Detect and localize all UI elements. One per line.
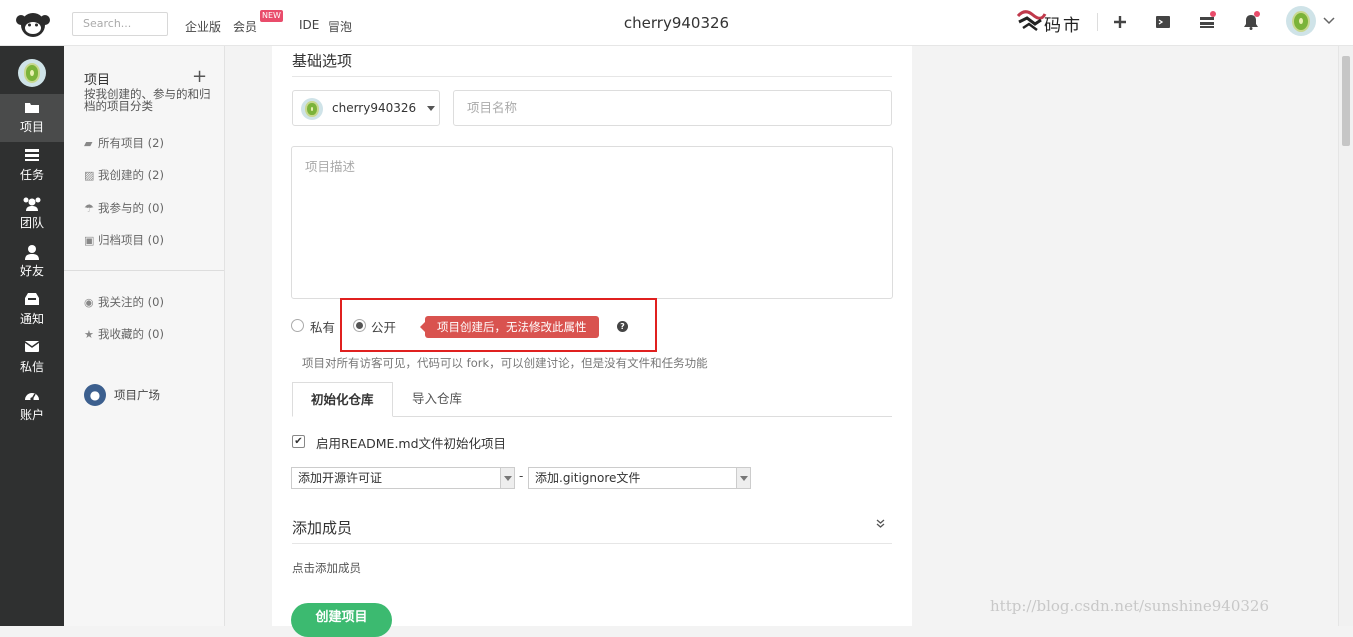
plus-icon[interactable]: + — [192, 66, 207, 87]
sidebar-item-square[interactable]: 项目广场 — [114, 387, 160, 403]
sidebar-description: 按我创建的、参与的和归档的项目分类 — [84, 87, 211, 113]
create-project-form: 基础选项 cherry940326 项目名称 项目描述 私有 公开 项目创建后，… — [272, 46, 912, 637]
notification-dot — [1254, 11, 1260, 17]
add-member-link[interactable]: 点击添加成员 — [292, 560, 361, 576]
private-label[interactable]: 私有 — [310, 317, 335, 336]
scrollbar[interactable] — [1338, 46, 1353, 626]
sidebar-item-label: 我关注的 (0) — [98, 295, 164, 309]
umbrella-icon: ☂ — [84, 202, 94, 215]
sidebar-item-label: 我创建的 (2) — [98, 168, 164, 182]
star-icon: ★ — [84, 328, 94, 341]
nav-item-project[interactable]: 项目 — [0, 94, 64, 142]
top-bar: Search... 企业版 会员 NEW IDE 冒泡 cherry940326… — [0, 0, 1353, 46]
sidebar-heading: 项目 — [84, 73, 111, 88]
sidebar-item-joined[interactable]: ☂ 我参与的 (0) — [84, 200, 164, 216]
section-title: 基础选项 — [292, 52, 353, 70]
plus-icon[interactable] — [1110, 12, 1130, 32]
divider — [1097, 13, 1098, 31]
nav-item-label: 任务 — [19, 168, 44, 182]
eye-icon: ◉ — [84, 296, 94, 309]
folder-icon: ▰ — [84, 137, 93, 150]
sidebar-item-starred[interactable]: ★ 我收藏的 (0) — [84, 326, 164, 342]
main-nav: 项目 任务 团队 好友 通知 私信 账户 — [0, 46, 64, 626]
sidebar-item-watching[interactable]: ◉ 我关注的 (0) — [84, 294, 164, 310]
caret-down-icon — [736, 468, 750, 488]
archive-icon: ▣ — [84, 234, 95, 247]
project-name-input[interactable]: 项目名称 — [453, 90, 892, 126]
double-chevron-down-icon[interactable] — [876, 518, 885, 531]
edit-icon: ▨ — [84, 169, 95, 182]
sidebar-item-archived[interactable]: ▣ 归档项目 (0) — [84, 232, 164, 248]
nav-item-friends[interactable]: 好友 — [0, 238, 64, 286]
notification-icon — [23, 292, 41, 308]
gitignore-select[interactable]: 添加.gitignore文件 — [528, 467, 751, 489]
terminal-icon[interactable] — [1153, 12, 1173, 32]
sidebar-avatar[interactable] — [18, 59, 46, 87]
tab-init-repo[interactable]: 初始化仓库 — [292, 382, 393, 417]
divider — [292, 76, 892, 77]
friend-icon — [23, 244, 41, 260]
sidebar-item-label: 归档项目 (0) — [98, 233, 164, 247]
sidebar-item-created[interactable]: ▨ 我创建的 (2) — [84, 167, 164, 183]
create-project-button[interactable]: 创建项目 — [291, 603, 392, 637]
project-sidebar: 项目 + 按我创建的、参与的和归档的项目分类 ▰ 所有项目 (2) ▨ 我创建的 (… — [64, 46, 225, 626]
tasks-unread-dot — [1210, 11, 1216, 17]
visibility-hint: 项目对所有访客可见，代码可以 fork，可以创建讨论，但是没有文件和任务功能 — [302, 356, 708, 370]
nav-item-notification[interactable]: 通知 — [0, 286, 64, 334]
nav-item-account[interactable]: 账户 — [0, 382, 64, 430]
nav-item-messages[interactable]: 私信 — [0, 334, 64, 382]
owner-name: cherry940326 — [332, 101, 417, 115]
nav-item-label: 团队 — [19, 216, 44, 230]
readme-label[interactable]: 启用README.md文件初始化项目 — [316, 433, 506, 452]
account-icon — [23, 388, 41, 404]
highlight-box — [340, 298, 657, 352]
tasks-icon — [23, 148, 41, 164]
nav-item-label: 项目 — [19, 120, 44, 134]
license-select[interactable]: 添加开源许可证 — [291, 467, 515, 489]
members-title: 添加成员 — [292, 519, 353, 537]
nav-item-label: 私信 — [19, 360, 44, 374]
caret-down-icon — [500, 468, 514, 488]
owner-select[interactable]: cherry940326 — [292, 90, 440, 126]
nav-item-label: 好友 — [19, 264, 44, 278]
team-icon — [23, 196, 41, 212]
folder-icon — [23, 100, 41, 116]
repo-tabs: 初始化仓库 导入仓库 — [292, 382, 892, 417]
license-select-value: 添加开源许可证 — [298, 471, 383, 485]
mail-icon — [23, 340, 41, 356]
nav-item-label: 账户 — [19, 408, 44, 422]
sidebar-item-all[interactable]: ▰ 所有项目 (2) — [84, 135, 164, 151]
readme-checkbox[interactable]: ✔ — [292, 435, 305, 448]
separator: - — [519, 469, 524, 483]
watermark: http://blog.csdn.net/sunshine940326 — [990, 597, 1270, 615]
avatar[interactable] — [1286, 6, 1316, 36]
scrollbar-thumb[interactable] — [1342, 56, 1350, 146]
nav-item-team[interactable]: 团队 — [0, 190, 64, 238]
divider — [292, 543, 892, 544]
sidebar-item-label: 我参与的 (0) — [98, 201, 164, 215]
sidebar-item-label: 所有项目 (2) — [98, 136, 164, 150]
nav-item-tasks[interactable]: 任务 — [0, 142, 64, 190]
private-radio[interactable] — [291, 319, 304, 332]
project-description-input[interactable]: 项目描述 — [291, 146, 893, 299]
caret-down-icon — [427, 106, 435, 111]
gitignore-select-value: 添加.gitignore文件 — [535, 471, 641, 485]
divider — [64, 270, 224, 271]
page-title: cherry940326 — [623, 14, 730, 32]
sidebar-item-label: 我收藏的 (0) — [98, 327, 164, 341]
brand-text: 码市 — [1044, 16, 1082, 36]
globe-icon: ● — [84, 384, 106, 406]
owner-avatar — [301, 98, 323, 120]
chevron-down-icon[interactable] — [1323, 17, 1335, 25]
nav-item-label: 通知 — [19, 312, 44, 326]
tab-import-repo[interactable]: 导入仓库 — [394, 382, 480, 417]
